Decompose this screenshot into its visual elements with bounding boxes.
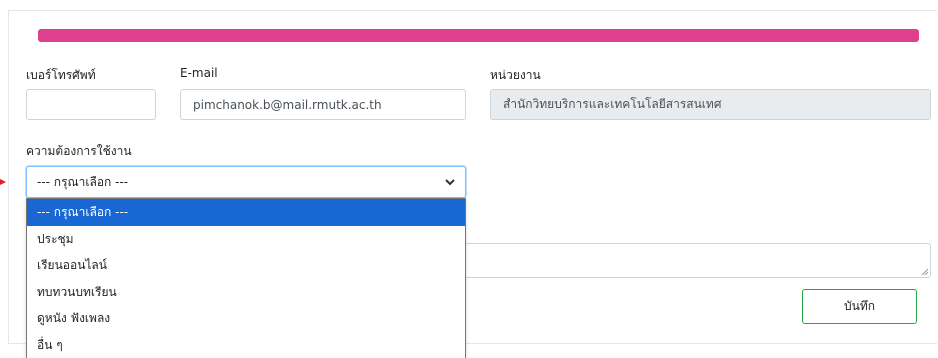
requirement-label: ความต้องการใช้งาน xyxy=(26,144,132,158)
department-input: สำนักวิทยบริการและเทคโนโลยีสารสนเทศ xyxy=(490,89,931,120)
dropdown-option[interactable]: ดูหนัง ฟังเพลง xyxy=(27,305,465,332)
header-accent-bar xyxy=(38,29,919,42)
department-label: หน่วยงาน xyxy=(490,68,541,82)
dropdown-option[interactable]: --- กรุณาเลือก --- xyxy=(27,199,465,226)
red-arrow-icon xyxy=(0,179,6,185)
requirement-select-value: --- กรุณาเลือก --- xyxy=(37,174,129,189)
dropdown-option[interactable]: ทบทวนบทเรียน xyxy=(27,279,465,306)
page: เบอร์โทรศัพท์ E-mail pimchanok.b@mail.rm… xyxy=(0,0,938,358)
email-label: E-mail xyxy=(180,66,218,80)
dropdown-option[interactable]: ประชุม xyxy=(27,226,465,253)
phone-label: เบอร์โทรศัพท์ xyxy=(26,68,96,82)
dropdown-option[interactable]: อื่น ๆ xyxy=(27,332,465,358)
resize-grip-icon[interactable] xyxy=(920,267,928,275)
save-button[interactable]: บันทึก xyxy=(802,289,917,324)
chevron-down-icon xyxy=(445,179,455,186)
dropdown-option[interactable]: เรียนออนไลน์ xyxy=(27,252,465,279)
phone-input[interactable] xyxy=(26,89,156,120)
email-input[interactable]: pimchanok.b@mail.rmutk.ac.th xyxy=(180,89,466,120)
requirement-select[interactable]: --- กรุณาเลือก --- xyxy=(26,166,466,198)
requirement-dropdown-list: --- กรุณาเลือก --- ประชุม เรียนออนไลน์ ท… xyxy=(26,198,466,358)
notes-textarea[interactable] xyxy=(465,243,931,278)
